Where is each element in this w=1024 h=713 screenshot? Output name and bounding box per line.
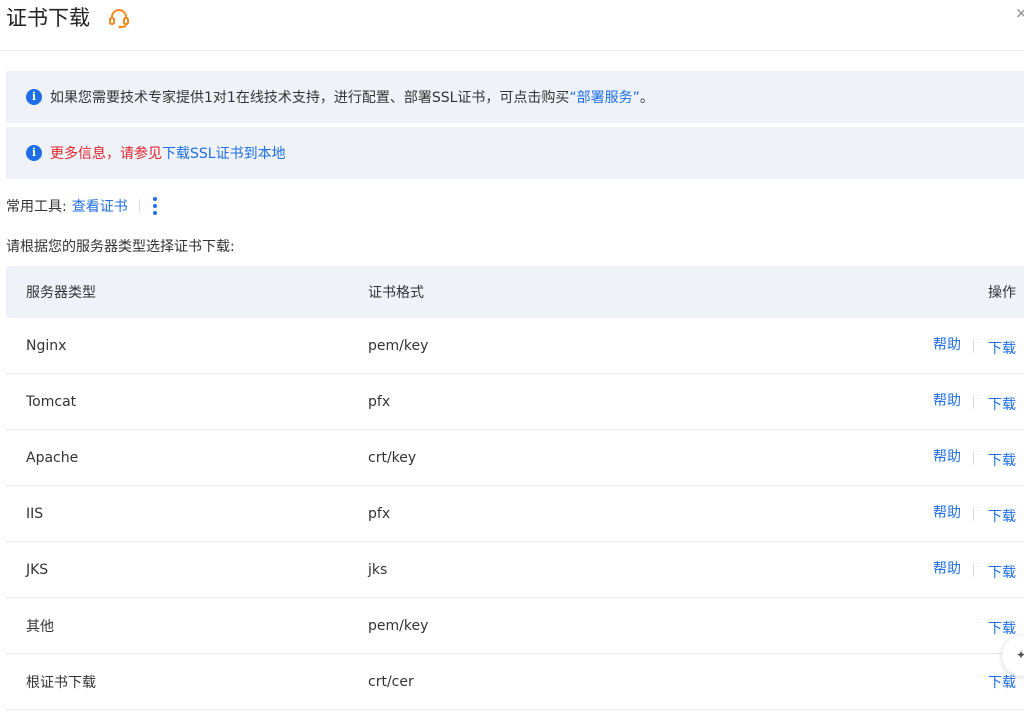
table-row: Nginx pem/key 帮助 下载 bbox=[6, 318, 1024, 374]
table-row: Apache crt/key 帮助 下载 bbox=[6, 430, 1024, 486]
server-type-cell: Tomcat bbox=[26, 393, 77, 410]
tools-divider bbox=[138, 199, 140, 213]
download-link[interactable]: 下载 bbox=[988, 672, 1016, 692]
vertical-dots-icon[interactable] bbox=[152, 197, 158, 215]
header-action: 操作 bbox=[988, 285, 1016, 301]
table-row: JKS jks 帮助 下载 bbox=[6, 542, 1024, 598]
server-type-cell: JKS bbox=[26, 561, 49, 578]
cert-format-cell: pfx bbox=[368, 505, 391, 522]
server-type-instruction: 请根据您的服务器类型选择证书下载: bbox=[6, 239, 235, 255]
server-type-cell: IIS bbox=[26, 505, 44, 522]
deploy-service-link[interactable]: “部署服务” bbox=[569, 87, 640, 107]
server-type-cell: Apache bbox=[26, 449, 79, 466]
header-server-type: 服务器类型 bbox=[26, 285, 96, 301]
panel-header: 证书下载 × bbox=[0, 0, 1024, 51]
more-info-alert: i 更多信息，请参见 下载SSL证书到本地 bbox=[6, 127, 1024, 179]
action-cell: 帮助 下载 bbox=[933, 486, 1016, 541]
common-tools: 常用工具: 查看证书 bbox=[6, 194, 158, 218]
action-cell: 帮助 下载 bbox=[933, 318, 1016, 373]
action-cell: 帮助 下载 bbox=[933, 374, 1016, 429]
action-cell: 帮助 下载 bbox=[933, 430, 1016, 485]
action-divider bbox=[973, 394, 974, 409]
header-cert-format: 证书格式 bbox=[368, 285, 424, 301]
help-link[interactable]: 帮助 bbox=[933, 390, 961, 410]
download-table: 服务器类型 证书格式 操作 Nginx pem/key 帮助 下载 Tomcat… bbox=[6, 266, 1024, 710]
table-row: 根证书下载 crt/cer 下载 bbox=[6, 654, 1024, 710]
action-divider bbox=[973, 338, 974, 353]
download-link[interactable]: 下载 bbox=[988, 394, 1016, 414]
download-link[interactable]: 下载 bbox=[988, 338, 1016, 358]
service-alert-text: 如果您需要技术专家提供1对1在线技术支持，进行配置、部署SSL证书，可点击购买 bbox=[50, 90, 570, 106]
service-alert-suffix: 。 bbox=[639, 90, 654, 106]
table-row: 其他 pem/key 下载 bbox=[6, 598, 1024, 654]
service-alert: i 如果您需要技术专家提供1对1在线技术支持，进行配置、部署SSL证书，可点击购… bbox=[6, 71, 1024, 123]
table-row: IIS pfx 帮助 下载 bbox=[6, 486, 1024, 542]
help-link[interactable]: 帮助 bbox=[933, 334, 961, 354]
view-certificate-link[interactable]: 查看证书 bbox=[72, 196, 128, 216]
action-cell: 帮助 下载 bbox=[933, 542, 1016, 597]
help-link[interactable]: 帮助 bbox=[933, 502, 961, 522]
panel-title: 证书下载 bbox=[6, 6, 90, 30]
info-circle-icon: i bbox=[26, 145, 42, 161]
help-link[interactable]: 帮助 bbox=[933, 558, 961, 578]
server-type-cell: 其他 bbox=[26, 618, 54, 635]
action-divider bbox=[973, 506, 974, 521]
action-divider bbox=[973, 562, 974, 577]
headset-icon[interactable] bbox=[107, 6, 131, 30]
download-link[interactable]: 下载 bbox=[988, 562, 1016, 582]
server-type-cell: Nginx bbox=[26, 337, 67, 354]
download-link[interactable]: 下载 bbox=[988, 450, 1016, 470]
download-link[interactable]: 下载 bbox=[988, 506, 1016, 526]
download-ssl-guide-link[interactable]: 下载SSL证书到本地 bbox=[162, 143, 286, 163]
table-row: Tomcat pfx 帮助 下载 bbox=[6, 374, 1024, 430]
more-info-text: 更多信息，请参见 bbox=[50, 146, 162, 162]
certificate-download-panel: 证书下载 × i 如果您需要技术专家提供1对1在线技术支持，进行配置、部署SSL… bbox=[0, 0, 1024, 713]
table-header: 服务器类型 证书格式 操作 bbox=[6, 266, 1024, 318]
server-type-cell: 根证书下载 bbox=[26, 674, 96, 691]
cert-format-cell: pfx bbox=[368, 393, 391, 410]
cert-format-cell: pem/key bbox=[368, 617, 429, 634]
download-link[interactable]: 下载 bbox=[988, 618, 1016, 638]
cert-format-cell: jks bbox=[368, 561, 388, 578]
cert-format-cell: crt/cer bbox=[368, 673, 414, 690]
info-circle-icon: i bbox=[26, 89, 42, 105]
assistant-icon: ✦ bbox=[1016, 648, 1024, 662]
cert-format-cell: crt/key bbox=[368, 449, 417, 466]
help-link[interactable]: 帮助 bbox=[933, 446, 961, 466]
close-icon[interactable]: × bbox=[1015, 3, 1024, 23]
action-divider bbox=[973, 450, 974, 465]
cert-format-cell: pem/key bbox=[368, 337, 429, 354]
common-tools-label: 常用工具: bbox=[6, 199, 67, 215]
